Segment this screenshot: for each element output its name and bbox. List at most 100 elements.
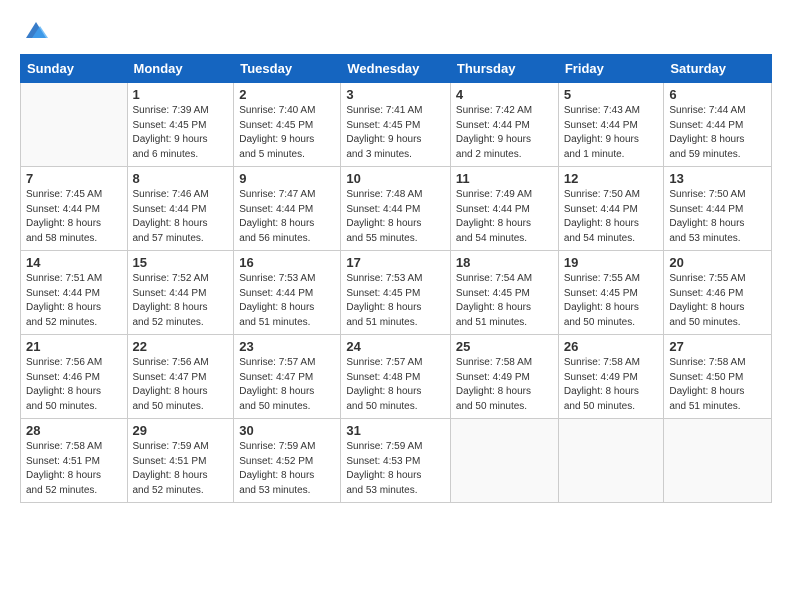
calendar-cell: 21Sunrise: 7:56 AM Sunset: 4:46 PM Dayli… (21, 335, 128, 419)
day-number: 17 (346, 255, 445, 270)
col-header-tuesday: Tuesday (234, 55, 341, 83)
day-info: Sunrise: 7:59 AM Sunset: 4:53 PM Dayligh… (346, 440, 445, 498)
col-header-friday: Friday (558, 55, 664, 83)
day-info: Sunrise: 7:48 AM Sunset: 4:44 PM Dayligh… (346, 188, 445, 246)
calendar-cell: 26 Sunrise: 7:58 AM Sunset: 4:49 PM Dayli… (558, 335, 664, 419)
day-number: 26 (564, 339, 659, 354)
day-number: 23 (239, 339, 335, 354)
calendar-cell: 19Sunrise: 7:55 AM Sunset: 4:45 PM Dayli… (558, 251, 664, 335)
day-info: Sunrise: 7:57 AM Sunset: 4:47 PM Dayligh… (239, 356, 335, 414)
day-info: Sunrise: 7:50 AM Sunset: 4:44 PM Dayligh… (669, 188, 766, 246)
col-header-wednesday: Wednesday (341, 55, 451, 83)
calendar-week-row: 21Sunrise: 7:56 AM Sunset: 4:46 PM Dayli… (21, 335, 772, 419)
day-number: 9 (239, 171, 335, 186)
calendar-week-row: 1 Sunrise: 7:39 AM Sunset: 4:45 PM Daylig… (21, 83, 772, 167)
calendar-cell: 27 Sunrise: 7:58 AM Sunset: 4:50 PM Dayli… (664, 335, 772, 419)
day-number: 4 (456, 87, 553, 102)
day-info: Sunrise: 7:57 AM Sunset: 4:48 PM Dayligh… (346, 356, 445, 414)
page: SundayMondayTuesdayWednesdayThursdayFrid… (0, 0, 792, 612)
day-number: 24 (346, 339, 445, 354)
day-number: 7 (26, 171, 122, 186)
calendar-cell: 3Sunrise: 7:41 AM Sunset: 4:45 PM Daylig… (341, 83, 451, 167)
day-info: Sunrise: 7:47 AM Sunset: 4:44 PM Dayligh… (239, 188, 335, 246)
day-info: Sunrise: 7:41 AM Sunset: 4:45 PM Dayligh… (346, 104, 445, 162)
day-info: Sunrise: 7:40 AM Sunset: 4:45 PM Dayligh… (239, 104, 335, 162)
day-number: 28 (26, 423, 122, 438)
day-number: 11 (456, 171, 553, 186)
calendar-cell (450, 419, 558, 503)
calendar-cell: 2 Sunrise: 7:40 AM Sunset: 4:45 PM Daylig… (234, 83, 341, 167)
calendar-week-row: 14Sunrise: 7:51 AM Sunset: 4:44 PM Dayli… (21, 251, 772, 335)
calendar-cell: 18Sunrise: 7:54 AM Sunset: 4:45 PM Dayli… (450, 251, 558, 335)
day-info: Sunrise: 7:58 AM Sunset: 4:49 PM Dayligh… (564, 356, 659, 414)
day-number: 1 (133, 87, 229, 102)
day-info: Sunrise: 7:58 AM Sunset: 4:50 PM Dayligh… (669, 356, 766, 414)
calendar-cell: 30 Sunrise: 7:59 AM Sunset: 4:52 PM Dayli… (234, 419, 341, 503)
day-number: 16 (239, 255, 335, 270)
calendar-cell: 28 Sunrise: 7:58 AM Sunset: 4:51 PM Dayli… (21, 419, 128, 503)
calendar-cell: 13 Sunrise: 7:50 AM Sunset: 4:44 PM Dayli… (664, 167, 772, 251)
calendar-cell: 23 Sunrise: 7:57 AM Sunset: 4:47 PM Dayli… (234, 335, 341, 419)
day-info: Sunrise: 7:59 AM Sunset: 4:51 PM Dayligh… (133, 440, 229, 498)
calendar-cell: 9 Sunrise: 7:47 AM Sunset: 4:44 PM Daylig… (234, 167, 341, 251)
day-number: 8 (133, 171, 229, 186)
day-number: 13 (669, 171, 766, 186)
calendar-cell: 4 Sunrise: 7:42 AM Sunset: 4:44 PM Daylig… (450, 83, 558, 167)
day-number: 5 (564, 87, 659, 102)
calendar-cell: 15 Sunrise: 7:52 AM Sunset: 4:44 PM Dayli… (127, 251, 234, 335)
day-number: 29 (133, 423, 229, 438)
calendar-cell: 8 Sunrise: 7:46 AM Sunset: 4:44 PM Daylig… (127, 167, 234, 251)
day-info: Sunrise: 7:43 AM Sunset: 4:44 PM Dayligh… (564, 104, 659, 162)
day-info: Sunrise: 7:51 AM Sunset: 4:44 PM Dayligh… (26, 272, 122, 330)
day-number: 31 (346, 423, 445, 438)
day-info: Sunrise: 7:58 AM Sunset: 4:51 PM Dayligh… (26, 440, 122, 498)
day-number: 10 (346, 171, 445, 186)
calendar-week-row: 7 Sunrise: 7:45 AM Sunset: 4:44 PM Daylig… (21, 167, 772, 251)
day-info: Sunrise: 7:53 AM Sunset: 4:44 PM Dayligh… (239, 272, 335, 330)
calendar-cell: 5 Sunrise: 7:43 AM Sunset: 4:44 PM Daylig… (558, 83, 664, 167)
day-info: Sunrise: 7:52 AM Sunset: 4:44 PM Dayligh… (133, 272, 229, 330)
col-header-sunday: Sunday (21, 55, 128, 83)
day-info: Sunrise: 7:45 AM Sunset: 4:44 PM Dayligh… (26, 188, 122, 246)
day-number: 27 (669, 339, 766, 354)
calendar-header-row: SundayMondayTuesdayWednesdayThursdayFrid… (21, 55, 772, 83)
logo-icon (22, 16, 50, 44)
calendar-cell (21, 83, 128, 167)
day-number: 15 (133, 255, 229, 270)
logo (20, 16, 50, 44)
calendar-cell: 24 Sunrise: 7:57 AM Sunset: 4:48 PM Dayli… (341, 335, 451, 419)
day-number: 12 (564, 171, 659, 186)
calendar-cell: 22 Sunrise: 7:56 AM Sunset: 4:47 PM Dayli… (127, 335, 234, 419)
day-info: Sunrise: 7:44 AM Sunset: 4:44 PM Dayligh… (669, 104, 766, 162)
calendar-cell: 17Sunrise: 7:53 AM Sunset: 4:45 PM Dayli… (341, 251, 451, 335)
day-number: 6 (669, 87, 766, 102)
calendar-cell: 29 Sunrise: 7:59 AM Sunset: 4:51 PM Dayli… (127, 419, 234, 503)
calendar-cell: 7 Sunrise: 7:45 AM Sunset: 4:44 PM Daylig… (21, 167, 128, 251)
calendar-cell (664, 419, 772, 503)
calendar-cell: 31 Sunrise: 7:59 AM Sunset: 4:53 PM Dayli… (341, 419, 451, 503)
calendar-table: SundayMondayTuesdayWednesdayThursdayFrid… (20, 54, 772, 503)
day-info: Sunrise: 7:56 AM Sunset: 4:46 PM Dayligh… (26, 356, 122, 414)
calendar-cell: 14Sunrise: 7:51 AM Sunset: 4:44 PM Dayli… (21, 251, 128, 335)
calendar-cell: 11 Sunrise: 7:49 AM Sunset: 4:44 PM Dayli… (450, 167, 558, 251)
day-info: Sunrise: 7:46 AM Sunset: 4:44 PM Dayligh… (133, 188, 229, 246)
day-info: Sunrise: 7:50 AM Sunset: 4:44 PM Dayligh… (564, 188, 659, 246)
day-info: Sunrise: 7:49 AM Sunset: 4:44 PM Dayligh… (456, 188, 553, 246)
calendar-cell: 16 Sunrise: 7:53 AM Sunset: 4:44 PM Dayli… (234, 251, 341, 335)
col-header-thursday: Thursday (450, 55, 558, 83)
day-number: 25 (456, 339, 553, 354)
day-number: 22 (133, 339, 229, 354)
day-info: Sunrise: 7:59 AM Sunset: 4:52 PM Dayligh… (239, 440, 335, 498)
day-number: 30 (239, 423, 335, 438)
calendar-cell: 6 Sunrise: 7:44 AM Sunset: 4:44 PM Daylig… (664, 83, 772, 167)
day-number: 2 (239, 87, 335, 102)
day-info: Sunrise: 7:56 AM Sunset: 4:47 PM Dayligh… (133, 356, 229, 414)
day-number: 20 (669, 255, 766, 270)
col-header-monday: Monday (127, 55, 234, 83)
day-info: Sunrise: 7:42 AM Sunset: 4:44 PM Dayligh… (456, 104, 553, 162)
day-info: Sunrise: 7:39 AM Sunset: 4:45 PM Dayligh… (133, 104, 229, 162)
day-info: Sunrise: 7:55 AM Sunset: 4:45 PM Dayligh… (564, 272, 659, 330)
calendar-cell: 1 Sunrise: 7:39 AM Sunset: 4:45 PM Daylig… (127, 83, 234, 167)
day-info: Sunrise: 7:55 AM Sunset: 4:46 PM Dayligh… (669, 272, 766, 330)
header (20, 16, 772, 44)
